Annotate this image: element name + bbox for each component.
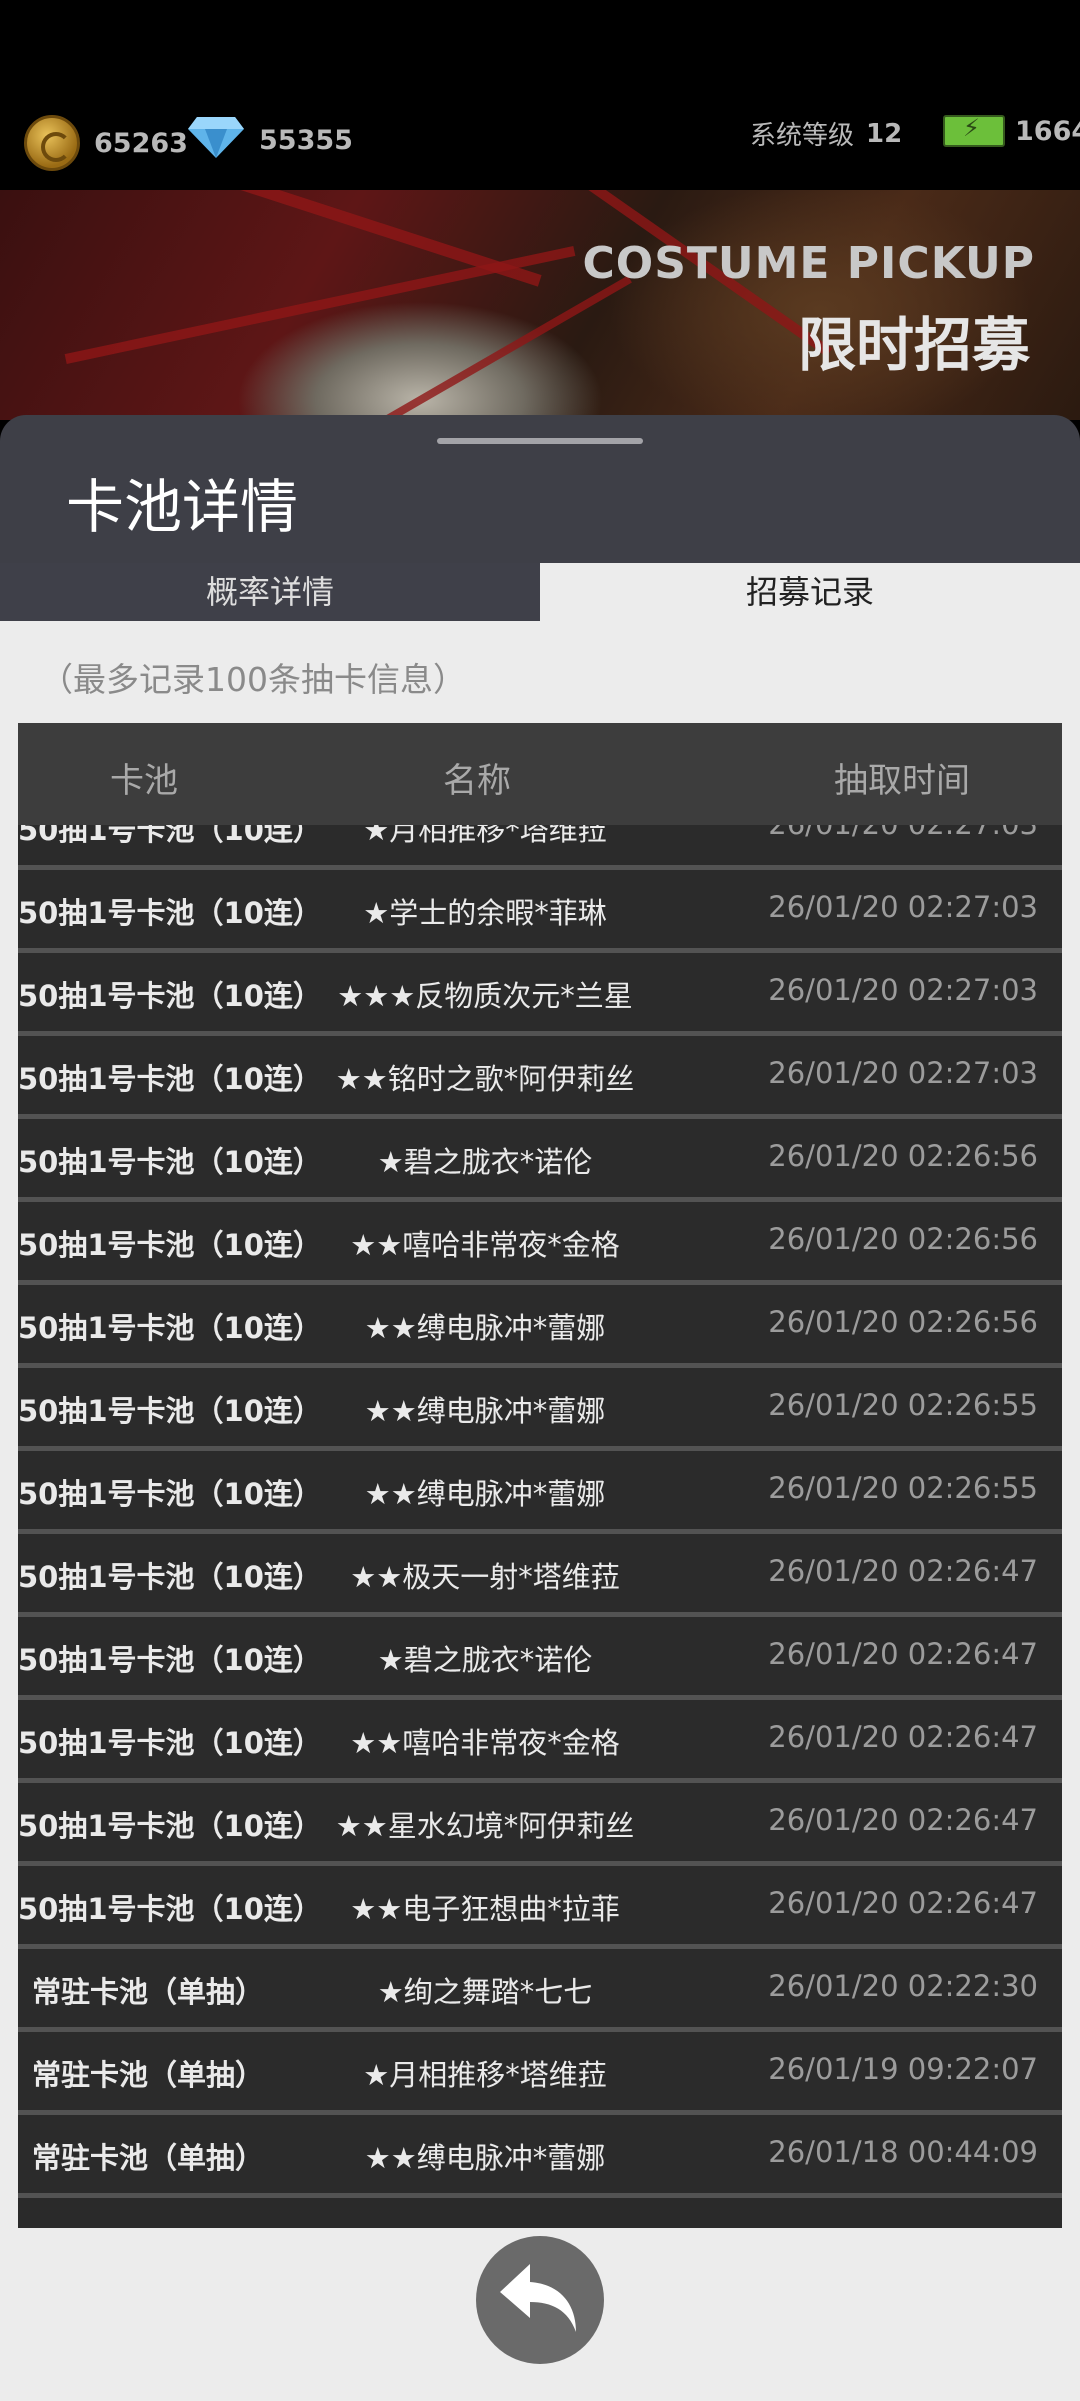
- table-row: 50抽1号卡池（10连） ★★铭时之歌*阿伊莉丝 26/01/20 02:27:…: [18, 1036, 1062, 1119]
- row-name: ★★星水幻境*阿伊莉丝: [335, 1809, 635, 1843]
- table-row: 50抽1号卡池（10连） ★★星水幻境*阿伊莉丝 26/01/20 02:26:…: [18, 1783, 1062, 1866]
- row-time: 26/01/20 02:26:56: [768, 1222, 1038, 1256]
- table-row: 50抽1号卡池（10连） ★★嘻哈非常夜*金格 26/01/20 02:26:5…: [18, 1202, 1062, 1285]
- row-time: 26/01/20 02:27:03: [768, 890, 1038, 924]
- table-row: 常驻卡池（单抽） ★★缚电脉冲*蕾娜 26/01/18 00:44:09: [18, 2115, 1062, 2198]
- coin-counter: 65263: [24, 115, 188, 171]
- tab-bar: 概率详情 招募记录: [0, 563, 1080, 621]
- row-time: 26/01/20 02:22:30: [768, 1969, 1038, 2003]
- row-name: ★★极天一射*塔维菈: [350, 1560, 620, 1594]
- coin-icon: [24, 115, 80, 171]
- row-name: ★月相推移*塔维菈: [363, 825, 607, 847]
- records-table: 卡池 名称 抽取时间 50抽1号卡池（10连） ★月相推移*塔维菈 26/01/…: [18, 723, 1062, 2228]
- banner-title-cn: 限时招募: [797, 311, 1030, 379]
- table-row: 50抽1号卡池（10连） ★碧之胧衣*诺伦 26/01/20 02:26:56: [18, 1119, 1062, 1202]
- table-row: 常驻卡池（单抽） ★月相推移*塔维菈 26/01/19 09:22:07: [18, 2032, 1062, 2115]
- gem-value: 55355: [259, 125, 353, 156]
- row-pool: 常驻卡池（单抽）: [32, 1975, 265, 2009]
- back-arrow-icon: [500, 2264, 576, 2332]
- row-time: 26/01/20 02:27:03: [768, 973, 1038, 1007]
- system-level: 系统等级 12: [750, 115, 902, 152]
- table-row: 50抽1号卡池（10连） ★★缚电脉冲*蕾娜 26/01/20 02:26:56: [18, 1285, 1062, 1368]
- row-time: 26/01/18 00:44:09: [768, 2135, 1038, 2169]
- level-value: 12: [866, 118, 903, 149]
- row-name: ★★缚电脉冲*蕾娜: [364, 1311, 606, 1345]
- table-rows[interactable]: 50抽1号卡池（10连） ★月相推移*塔维菈 26/01/20 02:27:03…: [18, 825, 1062, 2228]
- row-time: 26/01/20 02:26:47: [768, 1637, 1038, 1671]
- row-time: 26/01/20 02:26:47: [768, 1720, 1038, 1754]
- diamond-icon: [187, 115, 245, 166]
- banner-title-en: COSTUME PICKUP: [582, 238, 1035, 289]
- level-label: 系统等级: [750, 121, 855, 151]
- row-time: 26/01/20 02:26:56: [768, 1305, 1038, 1339]
- table-row: 50抽1号卡池（10连） ★学士的余暇*菲琳 26/01/20 02:27:03: [18, 870, 1062, 953]
- table-row: 50抽1号卡池（10连） ★月相推移*塔维菈 26/01/20 02:27:03: [18, 825, 1062, 870]
- row-name: ★碧之胧衣*诺伦: [377, 1643, 593, 1677]
- row-name: ★★★反物质次元*兰星: [337, 979, 633, 1013]
- row-name: ★碧之胧衣*诺伦: [377, 1145, 593, 1179]
- header-pool: 卡池: [110, 761, 178, 801]
- row-name: ★★电子狂想曲*拉菲: [350, 1892, 620, 1926]
- table-row: 50抽1号卡池（10连） ★碧之胧衣*诺伦 26/01/20 02:26:47: [18, 1617, 1062, 1700]
- energy-value: 1664: [1015, 115, 1080, 147]
- row-pool: 常驻卡池（单抽）: [32, 2058, 265, 2092]
- table-row: 50抽1号卡池（10连） ★★缚电脉冲*蕾娜 26/01/20 02:26:55: [18, 1368, 1062, 1451]
- sheet-title: 卡池详情: [66, 473, 299, 541]
- table-row: 50抽1号卡池（10连） ★★缚电脉冲*蕾娜 26/01/20 02:26:55: [18, 1451, 1062, 1534]
- coin-value: 65263: [94, 127, 188, 159]
- row-time: 26/01/20 02:26:47: [768, 1886, 1038, 1920]
- row-time: 26/01/20 02:27:03: [768, 825, 1038, 841]
- table-row: 50抽1号卡池（10连） ★★极天一射*塔维菈 26/01/20 02:26:4…: [18, 1534, 1062, 1617]
- row-name: ★学士的余暇*菲琳: [363, 896, 607, 930]
- row-name: ★★嘻哈非常夜*金格: [350, 1726, 620, 1760]
- table-header: 卡池 名称 抽取时间: [18, 723, 1062, 825]
- battery-icon: [943, 114, 1005, 147]
- table-row: 常驻卡池（单抽） ★绚之舞踏*七七 26/01/20 02:22:30: [18, 1949, 1062, 2032]
- row-time: 26/01/20 02:27:03: [768, 1056, 1038, 1090]
- row-name: ★★缚电脉冲*蕾娜: [364, 1394, 606, 1428]
- table-row: 50抽1号卡池（10连） ★★★反物质次元*兰星 26/01/20 02:27:…: [18, 953, 1062, 1036]
- header-name: 名称: [443, 761, 511, 801]
- tab-probability-details[interactable]: 概率详情: [0, 563, 540, 621]
- event-banner: COSTUME PICKUP 限时招募: [0, 190, 1080, 420]
- row-name: ★月相推移*塔维菈: [363, 2058, 607, 2092]
- row-name: ★★嘻哈非常夜*金格: [350, 1228, 620, 1262]
- header-time: 抽取时间: [834, 761, 970, 801]
- row-time: 26/01/20 02:26:56: [768, 1139, 1038, 1173]
- row-name: ★★缚电脉冲*蕾娜: [364, 2141, 606, 2175]
- gem-counter: 55355: [187, 115, 353, 166]
- back-button[interactable]: [476, 2236, 604, 2364]
- tab-recruit-records[interactable]: 招募记录: [540, 563, 1080, 621]
- row-time: 26/01/19 09:22:07: [768, 2052, 1038, 2086]
- table-row: 50抽1号卡池（10连） ★★嘻哈非常夜*金格 26/01/20 02:26:4…: [18, 1700, 1062, 1783]
- row-name: ★★缚电脉冲*蕾娜: [364, 1477, 606, 1511]
- row-name: ★★铭时之歌*阿伊莉丝: [335, 1062, 635, 1096]
- energy-counter: 1664: [943, 114, 1080, 147]
- drag-handle[interactable]: [437, 438, 643, 444]
- row-time: 26/01/20 02:26:55: [768, 1388, 1038, 1422]
- record-limit-note: （最多记录100条抽卡信息）: [40, 660, 466, 699]
- row-time: 26/01/20 02:26:47: [768, 1803, 1038, 1837]
- row-pool: 常驻卡池（单抽）: [32, 2141, 265, 2175]
- table-row: 50抽1号卡池（10连） ★★电子狂想曲*拉菲 26/01/20 02:26:4…: [18, 1866, 1062, 1949]
- row-time: 26/01/20 02:26:47: [768, 1554, 1038, 1588]
- row-name: ★绚之舞踏*七七: [377, 1975, 593, 2009]
- row-time: 26/01/20 02:26:55: [768, 1471, 1038, 1505]
